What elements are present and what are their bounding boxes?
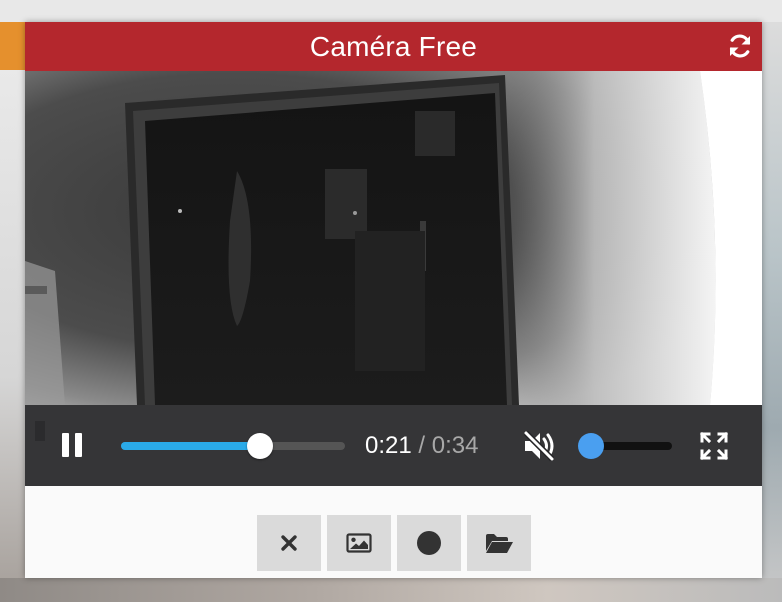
record-icon — [417, 531, 441, 555]
background-page-top — [0, 0, 782, 22]
folder-open-icon — [486, 534, 513, 553]
background-page-left — [0, 70, 25, 580]
volume-handle[interactable] — [578, 433, 604, 459]
background-page-bottom — [0, 578, 782, 602]
time-separator: / — [418, 432, 426, 459]
background-page-right — [762, 22, 782, 602]
volume-slider[interactable] — [578, 433, 672, 459]
close-button[interactable] — [257, 515, 321, 571]
snapshot-button[interactable] — [327, 515, 391, 571]
fullscreen-button[interactable] — [699, 431, 729, 461]
open-folder-button[interactable] — [467, 515, 531, 571]
video-controls: 0:21 / 0:34 — [25, 405, 762, 486]
pause-icon — [62, 433, 69, 457]
modal-title: Caméra Free — [309, 31, 478, 62]
image-icon — [346, 533, 372, 553]
volume-muted-icon — [523, 430, 555, 462]
time-display: 0:21 / 0:34 — [365, 429, 478, 463]
fullscreen-icon — [699, 431, 729, 461]
progress-fill — [121, 442, 260, 450]
pause-button[interactable] — [62, 433, 84, 457]
background-accent — [0, 22, 25, 70]
progress-bar[interactable] — [121, 433, 345, 459]
pause-icon-bar — [75, 433, 82, 457]
refresh-icon — [729, 34, 751, 58]
modal-header: Caméra Free — [25, 22, 762, 71]
duration: 0:34 — [431, 432, 479, 459]
current-time: 0:21 — [365, 432, 412, 459]
refresh-button[interactable] — [726, 32, 754, 60]
mute-button[interactable] — [522, 429, 556, 463]
record-button[interactable] — [397, 515, 461, 571]
camera-modal: Caméra Free 0:21 / 0:34 — [25, 22, 762, 578]
progress-handle[interactable] — [247, 433, 273, 459]
video-player[interactable]: 0:21 / 0:34 — [25, 71, 762, 486]
close-icon — [281, 535, 297, 551]
